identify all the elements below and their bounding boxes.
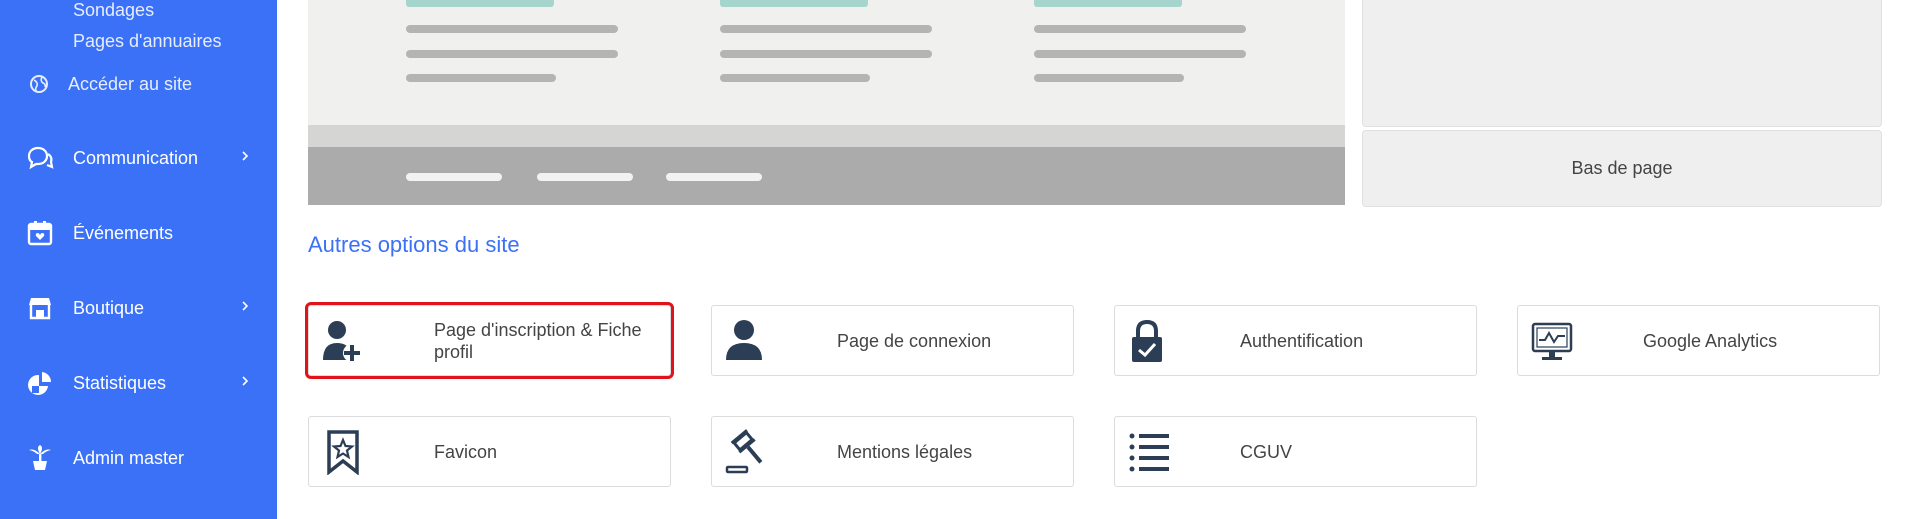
sidebar-subitem-pages-annuaires[interactable]: Pages d'annuaires — [73, 31, 222, 52]
pie-chart-icon — [26, 369, 54, 397]
user-icon — [724, 316, 768, 366]
sidebar: Sondages Pages d'annuaires Accéder au si… — [0, 0, 277, 519]
access-site-label: Accéder au site — [68, 73, 193, 94]
sidebar-subitem-sondages[interactable]: Sondages — [73, 0, 154, 21]
preview-divider — [308, 125, 1345, 147]
layout-preview[interactable] — [308, 0, 1345, 205]
sidebar-item-label: Admin master — [73, 447, 185, 468]
sidebar-item-label: Communication — [73, 147, 199, 168]
chevron-right-icon — [238, 146, 252, 166]
sidebar-item-communication[interactable]: Communication — [0, 138, 277, 178]
chevron-right-icon — [238, 296, 252, 316]
preview-accent-bar — [406, 0, 554, 7]
sidebar-item-label: Statistiques — [73, 372, 167, 393]
globe-icon — [28, 73, 50, 95]
sidebar-item-evenements[interactable]: Événements — [0, 213, 277, 253]
monitor-chart-icon — [1530, 316, 1574, 366]
preview-footer-link — [666, 173, 762, 181]
storefront-icon — [26, 294, 54, 322]
option-card-authentication[interactable]: Authentification — [1114, 305, 1477, 376]
preview-accent-bar — [1034, 0, 1182, 7]
sidebar-item-admin-master[interactable]: Admin master — [0, 438, 277, 478]
access-site-link[interactable]: Accéder au site — [28, 70, 192, 98]
option-card-registration[interactable]: Page d'inscription & Fiche profil — [305, 302, 674, 379]
preview-text-line — [406, 50, 618, 58]
sidebar-item-label: Événements — [73, 222, 174, 243]
option-label: Page de connexion — [837, 330, 992, 351]
option-card-login[interactable]: Page de connexion — [711, 305, 1074, 376]
preview-footer-link — [537, 173, 633, 181]
user-plus-icon — [321, 316, 365, 366]
preview-text-line — [720, 50, 932, 58]
sidebar-item-statistiques[interactable]: Statistiques — [0, 363, 277, 403]
gavel-icon — [724, 427, 768, 477]
list-icon — [1127, 427, 1171, 477]
preview-text-line — [406, 25, 618, 33]
sidebar-item-boutique[interactable]: Boutique — [0, 288, 277, 328]
option-card-google-analytics[interactable]: Google Analytics — [1517, 305, 1880, 376]
preview-text-line — [1034, 74, 1184, 82]
preview-text-line — [720, 25, 932, 33]
preview-text-line — [1034, 50, 1246, 58]
section-title: Autres options du site — [308, 232, 520, 257]
option-card-legal-notices[interactable]: Mentions légales — [711, 416, 1074, 487]
preview-footer-link — [406, 173, 502, 181]
preview-accent-bar — [720, 0, 868, 7]
preview-footer — [308, 147, 1345, 205]
palm-tree-icon — [26, 444, 54, 472]
option-label: CGUV — [1240, 441, 1293, 462]
preview-text-line — [1034, 25, 1246, 33]
preview-text-line — [720, 74, 870, 82]
option-label: Favicon — [434, 441, 498, 462]
chevron-right-icon — [238, 371, 252, 391]
option-label: Mentions légales — [837, 441, 973, 462]
footer-block[interactable]: Bas de page — [1362, 130, 1882, 207]
option-card-cguv[interactable]: CGUV — [1114, 416, 1477, 487]
layout-side-block[interactable] — [1362, 0, 1882, 127]
sidebar-item-label: Boutique — [73, 297, 145, 318]
bookmark-star-icon — [321, 427, 365, 477]
padlock-check-icon — [1127, 316, 1171, 366]
option-card-favicon[interactable]: Favicon — [308, 416, 671, 487]
chat-bubbles-icon — [26, 144, 54, 172]
preview-text-line — [406, 74, 556, 82]
calendar-icon — [26, 219, 54, 247]
option-label: Page d'inscription & Fiche profil — [434, 319, 642, 362]
footer-block-label: Bas de page — [1571, 158, 1673, 178]
option-label: Authentification — [1240, 330, 1364, 351]
option-label: Google Analytics — [1643, 330, 1778, 351]
